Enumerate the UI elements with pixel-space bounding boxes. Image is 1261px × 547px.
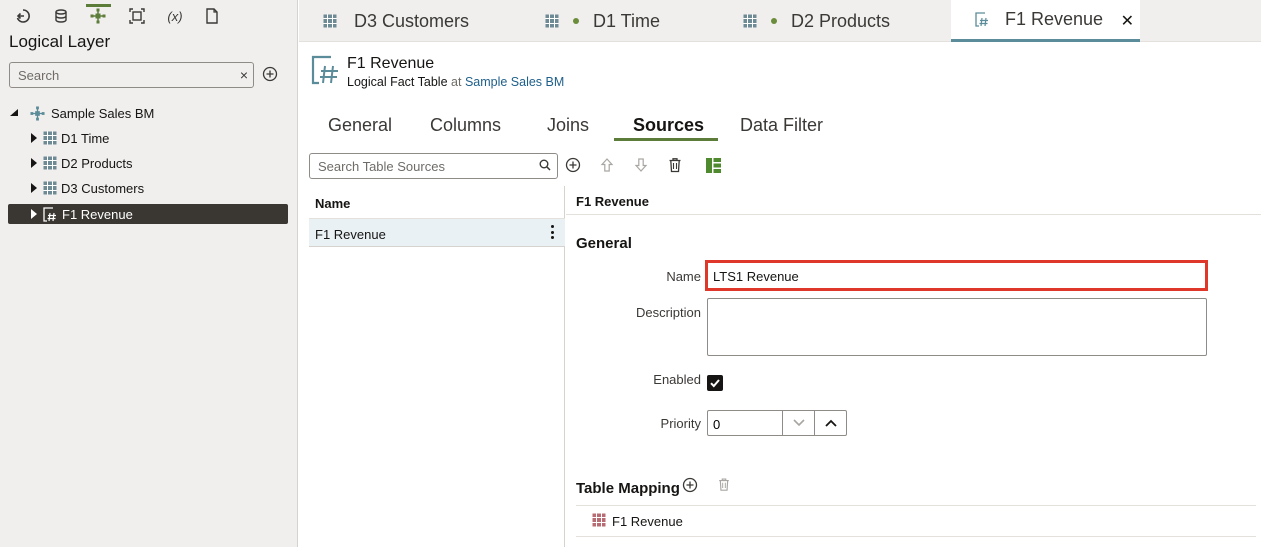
priority-input[interactable] [713,416,773,432]
tree-item-label: D1 Time [61,130,110,146]
list-column-header: Name [315,196,351,211]
section-heading-general: General [576,235,632,252]
layout-toggle-icon[interactable] [706,158,721,173]
list-item[interactable]: F1 Revenue [309,219,565,247]
fact-table-icon [311,55,341,85]
dimension-table-icon [43,156,57,170]
tree-item-f1-revenue[interactable]: F1 Revenue [8,204,288,224]
table-sources-list: Name F1 Revenue [309,186,565,547]
more-actions-icon[interactable] [551,225,555,242]
checkmark-icon [710,379,720,388]
priority-stepper[interactable] [707,410,847,436]
dimension-table-icon [43,131,57,145]
tree-item-d1-time[interactable]: D1 Time [8,128,288,148]
table-sources-search[interactable] [309,153,558,179]
tree-item-label: D2 Products [61,155,133,171]
tree-search-input[interactable] [18,67,228,84]
description-label: Description [635,305,701,320]
tree-search-field[interactable]: × [9,62,254,88]
collapsed-caret-icon[interactable] [28,132,40,144]
list-item-label: F1 Revenue [315,227,386,242]
tree-item-label: F1 Revenue [62,206,133,222]
add-mapping-icon[interactable] [682,477,698,493]
tab-label: D1 Time [593,10,661,31]
logical-model-icon[interactable] [88,6,108,26]
object-type: Logical Fact Table [347,75,448,89]
mapping-item-label: F1 Revenue [612,514,683,529]
tree-item-d3-customers[interactable]: D3 Customers [8,178,288,198]
at-label: at [451,75,462,89]
chevron-up-icon [824,419,837,427]
chevron-down-icon [792,419,805,427]
name-label: Name [666,269,701,284]
object-subtitle: Logical Fact Table at Sample Sales BM [347,75,564,89]
tab-f1-revenue[interactable]: F1 Revenue ✕ [951,0,1140,42]
divider [566,214,1261,215]
document-icon[interactable] [202,6,222,26]
physical-table-icon [592,513,606,527]
increment-button[interactable] [814,411,846,435]
tab-label: D2 Products [791,10,891,31]
tab-d3-customers[interactable]: D3 Customers [299,0,531,42]
dimension-table-icon [323,14,337,28]
collapsed-caret-icon[interactable] [28,182,40,194]
section-heading-table-mapping: Table Mapping [576,480,680,497]
page-title: F1 Revenue [347,55,435,72]
frame-icon[interactable] [127,6,147,26]
priority-label: Priority [660,416,701,431]
delete-icon[interactable] [667,157,683,173]
fact-table-icon [43,206,58,222]
model-link[interactable]: Sample Sales BM [465,75,564,89]
description-field[interactable] [707,298,1207,356]
dimension-table-icon [43,181,57,195]
detail-title: F1 Revenue [576,194,649,209]
fact-table-icon [975,12,990,27]
tab-data-filter[interactable]: Data Filter [740,115,823,145]
dimension-table-icon [545,14,559,28]
close-tab-icon[interactable]: ✕ [1121,11,1134,31]
tab-d2-products[interactable]: D2 Products [729,0,951,42]
clear-search-icon[interactable]: × [240,67,248,83]
editor-tab-strip: D3 Customers D1 Time D2 Products F1 Reve… [299,0,1261,42]
add-icon[interactable] [262,66,278,82]
search-icon[interactable] [539,159,551,171]
table-sources-search-input[interactable] [318,158,528,175]
decrement-button[interactable] [782,411,814,435]
tab-label: F1 Revenue [1005,9,1104,29]
database-icon[interactable] [51,6,71,26]
move-down-icon[interactable] [633,157,649,173]
collapsed-caret-icon[interactable] [28,157,40,169]
enabled-checkbox[interactable] [707,375,723,391]
expanded-caret-icon[interactable] [8,107,20,119]
divider [576,505,1256,506]
delete-mapping-icon[interactable] [717,477,731,492]
tab-joins[interactable]: Joins [547,115,589,145]
tree-item-d2-products[interactable]: D2 Products [8,153,288,173]
enabled-label: Enabled [653,372,701,387]
tree-item-label: Sample Sales BM [51,105,155,121]
expression-icon[interactable]: (x) [165,6,185,26]
tab-general[interactable]: General [328,115,392,145]
name-field[interactable] [705,260,1208,291]
panel-title: Logical Layer [9,32,111,51]
active-tab-indicator [614,138,718,141]
unsaved-dot-icon [573,18,579,24]
name-input[interactable] [713,268,1193,284]
back-icon[interactable] [13,6,33,26]
tree-item-label: D3 Customers [61,180,145,196]
logical-model-icon [30,105,45,121]
divider [576,536,1256,537]
add-source-icon[interactable] [565,157,581,173]
unsaved-dot-icon [771,18,777,24]
tab-columns[interactable]: Columns [430,115,501,145]
collapsed-caret-icon[interactable] [28,208,40,220]
dimension-table-icon [743,14,757,28]
tab-d1-time[interactable]: D1 Time [531,0,729,42]
left-panel: (x) Logical Layer × Sample Sales BM D1 T… [0,0,298,547]
tab-label: D3 Customers [354,10,470,31]
move-up-icon[interactable] [599,157,615,173]
tree-root-sample-sales-bm[interactable]: Sample Sales BM [8,103,288,123]
